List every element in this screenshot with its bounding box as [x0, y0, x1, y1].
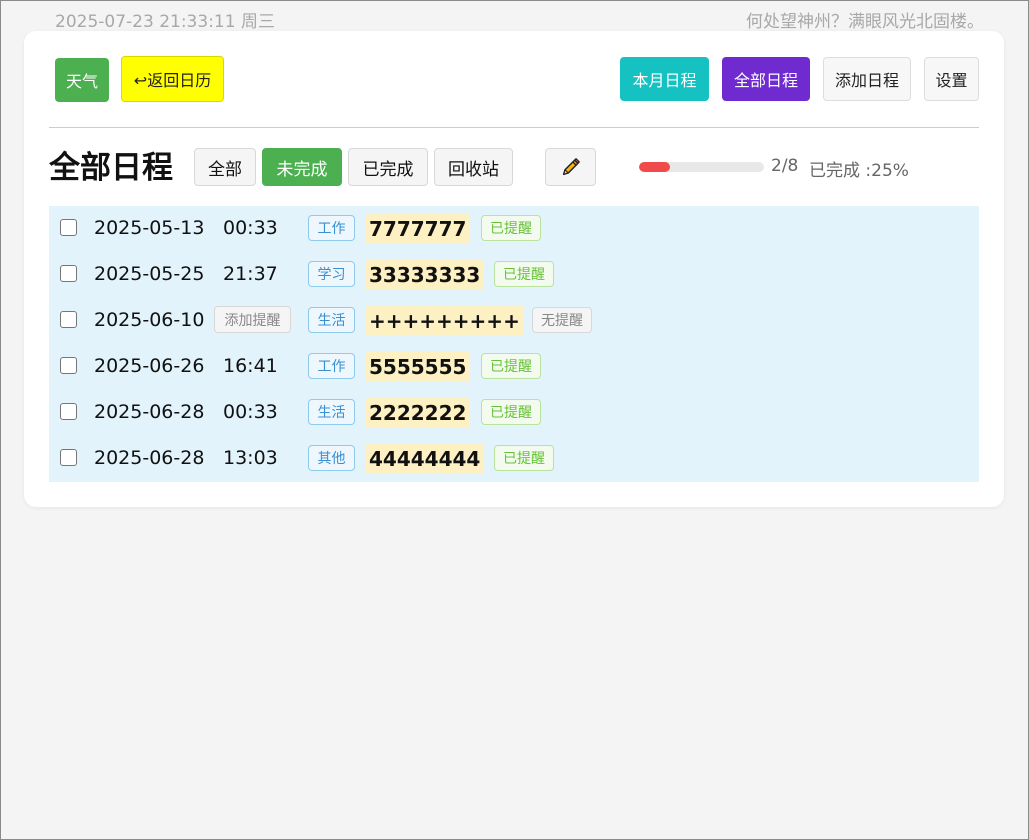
schedule-date: 2025-06-28	[94, 447, 205, 469]
schedule-time: 21:37	[223, 263, 278, 285]
remind-status-badge: 已提醒	[481, 215, 541, 241]
filter-all[interactable]: 全部	[194, 148, 256, 186]
schedule-title[interactable]: 33333333	[365, 260, 485, 290]
category-tag: 生活	[308, 399, 355, 425]
schedule-time: 13:03	[223, 447, 278, 469]
schedule-row: 2025-06-28 00:33 生活 2222222 已提醒	[49, 390, 979, 436]
schedule-title[interactable]: 2222222	[365, 398, 471, 428]
category-tag: 工作	[308, 353, 355, 379]
back-to-calendar-button[interactable]: ↩返回日历	[121, 56, 224, 102]
schedule-row: 2025-05-13 00:33 工作 7777777 已提醒	[49, 206, 979, 252]
schedule-row: 2025-05-25 21:37 学习 33333333 已提醒	[49, 252, 979, 298]
schedule-date: 2025-06-26	[94, 355, 205, 377]
add-reminder-button[interactable]: 添加提醒	[214, 306, 291, 333]
all-schedule-button[interactable]: 全部日程	[722, 57, 810, 101]
schedule-time: 00:33	[223, 217, 278, 239]
complete-checkbox[interactable]	[60, 449, 77, 466]
complete-checkbox[interactable]	[60, 403, 77, 420]
remind-status-badge: 已提醒	[481, 399, 541, 425]
schedule-title[interactable]: +++++++++	[365, 306, 524, 336]
schedule-title[interactable]: 7777777	[365, 214, 471, 244]
complete-checkbox[interactable]	[60, 357, 77, 374]
schedule-row: 2025-06-10 添加提醒 生活 +++++++++ 无提醒	[49, 298, 979, 344]
schedule-title[interactable]: 5555555	[365, 352, 471, 382]
header-divider	[49, 127, 979, 128]
category-tag: 学习	[308, 261, 355, 287]
settings-button[interactable]: 设置	[924, 57, 979, 101]
remind-status-badge: 无提醒	[532, 307, 592, 333]
top-bar: 2025-07-23 21:33:11 周三 何处望神州？满眼风光北固楼。	[1, 1, 1028, 32]
complete-checkbox[interactable]	[60, 311, 77, 328]
schedule-row: 2025-06-26 16:41 工作 5555555 已提醒	[49, 344, 979, 390]
progress-percent-label: 已完成 :25%	[809, 161, 909, 181]
edit-button[interactable]	[545, 148, 596, 186]
pencil-icon	[562, 158, 580, 176]
schedule-time: 00:33	[223, 401, 278, 423]
progress-count: 2/8	[771, 156, 799, 176]
schedule-title[interactable]: 44444444	[365, 444, 485, 474]
weather-button[interactable]: 天气	[55, 58, 109, 102]
filter-trash[interactable]: 回收站	[434, 148, 513, 186]
schedule-card: 天气 ↩返回日历 本月日程 全部日程 添加日程 设置 全部日程 全部 未完成 已…	[24, 31, 1004, 507]
schedule-date: 2025-05-13	[94, 217, 205, 239]
schedule-date: 2025-06-28	[94, 401, 205, 423]
month-schedule-button[interactable]: 本月日程	[620, 57, 709, 101]
schedule-list: 2025-05-13 00:33 工作 7777777 已提醒 2025-05-…	[49, 206, 979, 482]
page-title: 全部日程	[49, 150, 173, 186]
remind-status-badge: 已提醒	[481, 353, 541, 379]
category-tag: 其他	[308, 445, 355, 471]
current-datetime: 2025-07-23 21:33:11 周三	[55, 12, 275, 32]
schedule-time: 16:41	[223, 355, 278, 377]
poem-quote: 何处望神州？满眼风光北固楼。	[746, 12, 984, 32]
filter-completed[interactable]: 已完成	[348, 148, 428, 186]
remind-status-badge: 已提醒	[494, 445, 554, 471]
schedule-row: 2025-06-28 13:03 其他 44444444 已提醒	[49, 436, 979, 482]
progress-bar-fill	[639, 162, 671, 172]
complete-checkbox[interactable]	[60, 265, 77, 282]
complete-checkbox[interactable]	[60, 219, 77, 236]
progress-bar	[639, 162, 764, 172]
schedule-date: 2025-05-25	[94, 263, 205, 285]
category-tag: 生活	[308, 307, 355, 333]
filter-pending[interactable]: 未完成	[262, 148, 342, 186]
category-tag: 工作	[308, 215, 355, 241]
add-schedule-button[interactable]: 添加日程	[823, 57, 911, 101]
schedule-date: 2025-06-10	[94, 309, 205, 331]
remind-status-badge: 已提醒	[494, 261, 554, 287]
